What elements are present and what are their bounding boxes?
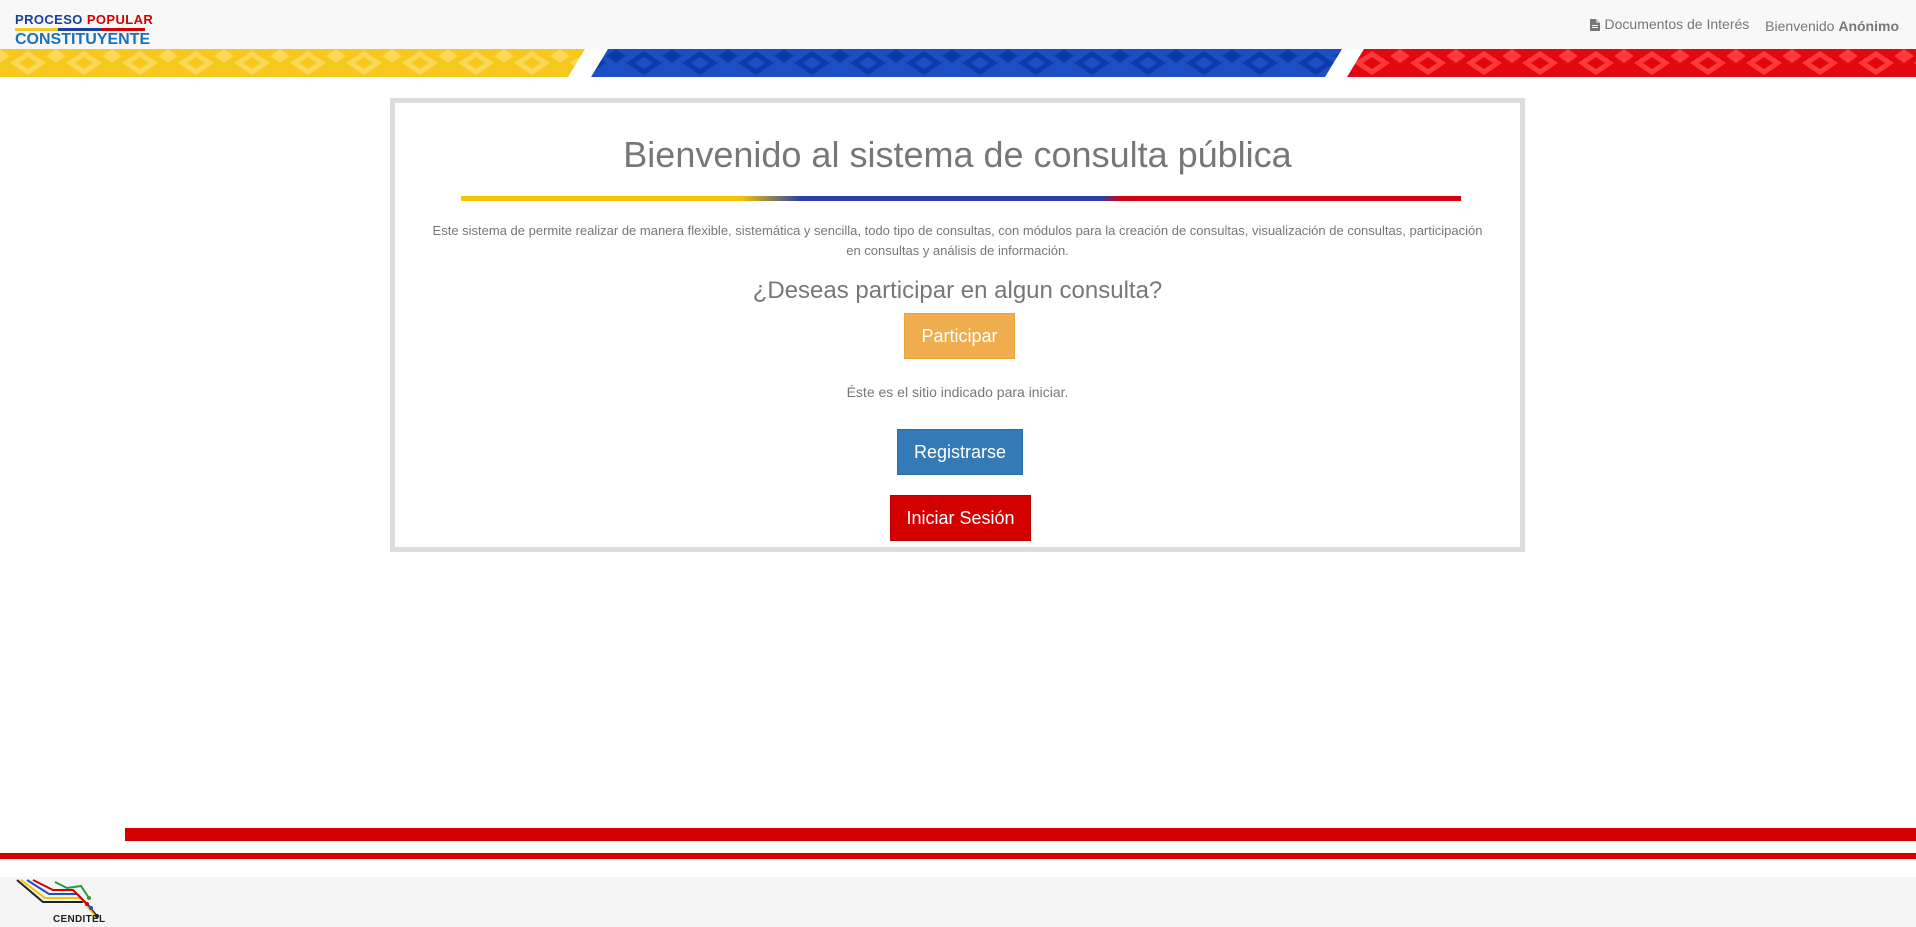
logo-word-popular: POPULAR bbox=[86, 12, 154, 27]
logo-bottom-text: CONSTITUYENTE bbox=[15, 31, 151, 48]
tricolor-pattern-band bbox=[0, 49, 1916, 77]
document-icon bbox=[1589, 18, 1600, 31]
logo-top-text: PROCESO POPULAR bbox=[15, 13, 153, 27]
welcome-text: Bienvenido Anónimo bbox=[1765, 18, 1899, 34]
welcome-prefix: Bienvenido bbox=[1765, 18, 1835, 34]
proceso-popular-constituyente-logo[interactable]: PROCESO POPULAR CONSTITUYENTE bbox=[15, 13, 153, 48]
cenditel-logo[interactable]: CENDITEL bbox=[15, 878, 107, 927]
participation-question: ¿Deseas participar en algun consulta? bbox=[752, 277, 1163, 304]
footer-red-bar-top bbox=[125, 828, 1916, 841]
welcome-user: Anónimo bbox=[1838, 18, 1899, 34]
start-hint: Éste es el sitio indicado para iniciar. bbox=[846, 384, 1069, 400]
tricolor-divider bbox=[461, 196, 1461, 201]
participar-button[interactable]: Participar bbox=[904, 313, 1015, 359]
register-button[interactable]: Registrarse bbox=[897, 429, 1023, 475]
page-title: Bienvenido al sistema de consulta públic… bbox=[623, 134, 1292, 175]
welcome-panel: Bienvenido al sistema de consulta públic… bbox=[390, 98, 1525, 552]
documents-link[interactable]: Documentos de Interés bbox=[1589, 16, 1750, 32]
logo-word-proceso: PROCESO bbox=[15, 12, 83, 27]
login-button[interactable]: Iniciar Sesión bbox=[890, 495, 1031, 541]
system-description: Este sistema de permite realizar de mane… bbox=[432, 223, 1483, 258]
footer: CENDITEL bbox=[0, 877, 1916, 927]
documents-link-label: Documentos de Interés bbox=[1604, 16, 1750, 32]
top-navbar: PROCESO POPULAR CONSTITUYENTE Documentos… bbox=[0, 0, 1916, 49]
nav-right: Documentos de Interés Bienvenido Anónimo bbox=[1589, 16, 1899, 34]
footer-red-bar-bottom bbox=[0, 853, 1916, 859]
cenditel-logo-label: CENDITEL bbox=[53, 914, 106, 925]
